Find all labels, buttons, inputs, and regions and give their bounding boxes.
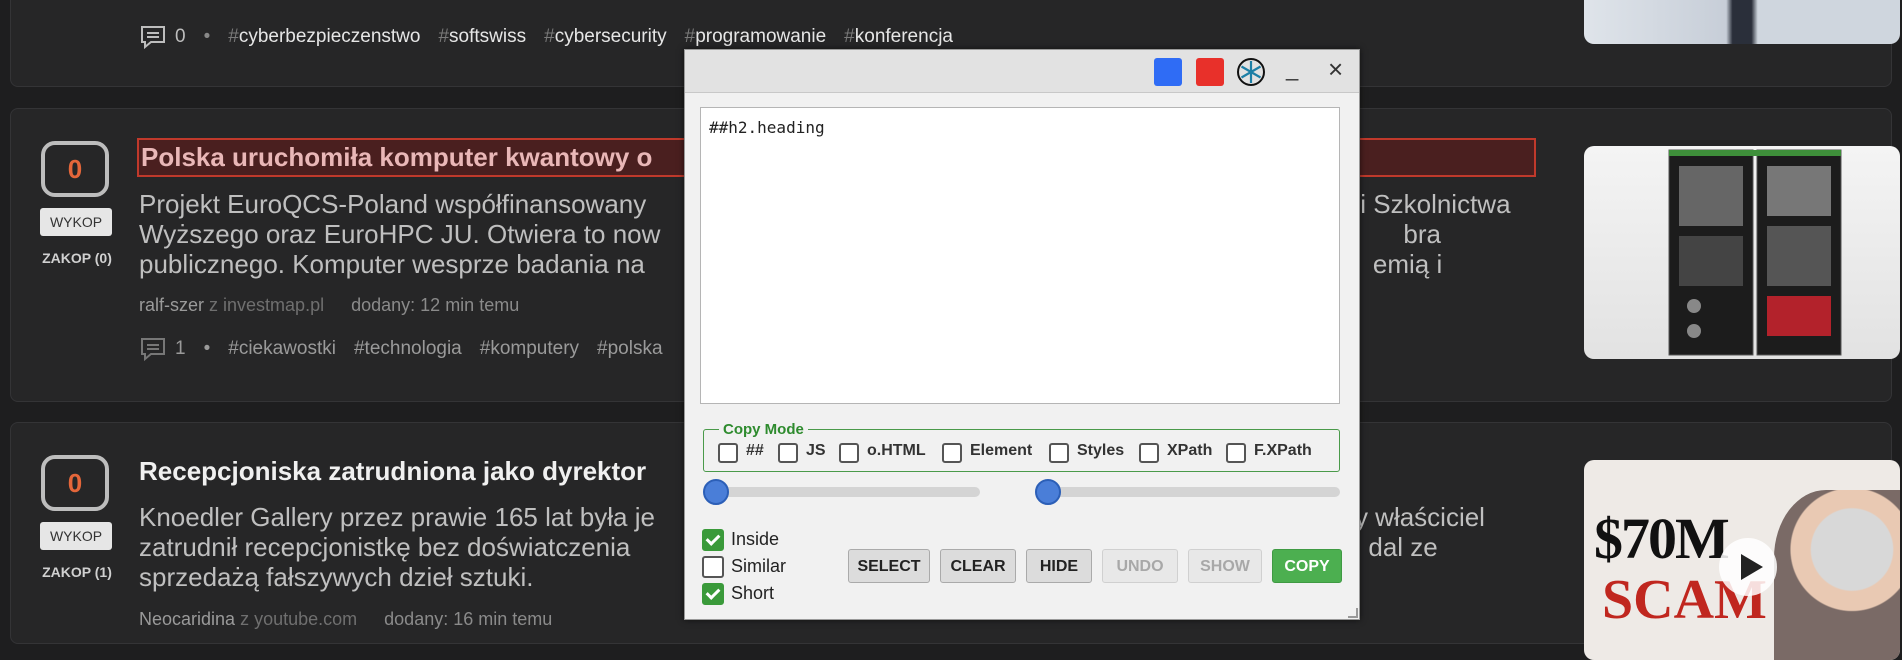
mode-xpath-checkbox[interactable] <box>1139 443 1159 463</box>
minimize-button[interactable]: _ <box>1286 56 1298 82</box>
tag[interactable]: #softswiss <box>438 26 526 48</box>
source-link[interactable]: z youtube.com <box>240 609 357 629</box>
snowflake-icon[interactable] <box>1236 57 1266 87</box>
vote-count: 0 <box>41 141 109 197</box>
article-thumbnail[interactable] <box>1584 146 1900 359</box>
mode-label: XPath <box>1167 442 1213 459</box>
short-checkbox[interactable] <box>702 583 724 605</box>
similar-label: Similar <box>731 556 787 576</box>
tag[interactable]: #cyberbezpieczenstwo <box>228 26 420 48</box>
separator-dot: • <box>203 338 211 359</box>
mode-label: F.XPath <box>1254 442 1312 459</box>
element-picker-popup: _ × ##h2.heading Copy Mode ## JS o.HTML … <box>684 49 1360 620</box>
article-2-footer: 1 • #ciekawostki #technologia #komputery… <box>139 337 663 361</box>
added-time: dodany: 12 min temu <box>351 295 520 315</box>
article-1-footer: 0 • #cyberbezpieczenstwo #softswiss #cyb… <box>139 25 953 49</box>
play-button[interactable] <box>1719 538 1777 596</box>
copy-mode-group: Copy Mode ## JS o.HTML Element Styles XP… <box>703 421 1340 472</box>
mode-element-checkbox[interactable] <box>942 443 962 463</box>
author-link[interactable]: Neocaridina <box>139 609 235 629</box>
author-link[interactable]: ralf-szer <box>139 295 204 315</box>
added-time: dodany: 16 min temu <box>384 609 553 629</box>
comment-icon[interactable] <box>139 25 167 49</box>
article-meta: ralf-szer z investmap.pl dodany: 12 min … <box>139 295 519 316</box>
comment-count[interactable]: 0 <box>175 26 186 48</box>
portrait-image <box>1774 490 1900 660</box>
tag[interactable]: #ciekawostki <box>228 338 336 360</box>
tag[interactable]: #komputery <box>480 338 579 360</box>
article-meta: Neocaridina z youtube.com dodany: 16 min… <box>139 609 552 630</box>
red-color-button[interactable] <box>1196 58 1224 86</box>
clear-button[interactable]: CLEAR <box>940 549 1016 583</box>
quantum-computer-image <box>1668 149 1842 356</box>
comment-count[interactable]: 1 <box>175 338 186 360</box>
wykop-button[interactable]: WYKOP <box>40 522 112 550</box>
slider-1-handle[interactable] <box>703 479 729 505</box>
blue-color-button[interactable] <box>1154 58 1182 86</box>
slider-2-track[interactable] <box>1049 487 1340 497</box>
zakop-button[interactable]: ZAKOP (0) <box>31 250 123 266</box>
hide-button[interactable]: HIDE <box>1026 549 1092 583</box>
copy-button[interactable]: COPY <box>1272 549 1342 583</box>
vote-count: 0 <box>41 455 109 511</box>
zakop-button[interactable]: ZAKOP (1) <box>31 564 123 580</box>
mode-ohtml-checkbox[interactable] <box>839 443 859 463</box>
resize-handle[interactable] <box>1348 608 1358 618</box>
mode-label: JS <box>806 442 826 459</box>
mode-label: Element <box>970 442 1033 459</box>
inside-label: Inside <box>731 529 780 549</box>
select-button[interactable]: SELECT <box>848 549 930 583</box>
close-button[interactable]: × <box>1328 54 1343 85</box>
tag[interactable]: #konferencja <box>844 26 953 48</box>
mode-label: Styles <box>1077 442 1125 459</box>
play-icon <box>1741 554 1763 580</box>
undo-button[interactable]: UNDO <box>1102 549 1178 583</box>
thumbnail-text-1: $70M <box>1594 506 1730 571</box>
wykop-button[interactable]: WYKOP <box>40 208 112 236</box>
tag[interactable]: #programowanie <box>685 26 827 48</box>
mode-styles-checkbox[interactable] <box>1049 443 1069 463</box>
show-button[interactable]: SHOW <box>1188 549 1262 583</box>
separator-dot: • <box>203 26 211 47</box>
mode-label: ## <box>746 442 764 459</box>
article-thumbnail[interactable]: $70M SCAM <box>1584 460 1900 660</box>
copy-mode-legend: Copy Mode <box>719 421 808 438</box>
source-link[interactable]: z investmap.pl <box>209 295 324 315</box>
tag[interactable]: #cybersecurity <box>544 26 667 48</box>
mode-js-checkbox[interactable] <box>778 443 798 463</box>
inside-checkbox[interactable] <box>702 529 724 551</box>
mode-fxpath-checkbox[interactable] <box>1226 443 1246 463</box>
short-label: Short <box>731 583 775 603</box>
comment-icon[interactable] <box>139 337 167 361</box>
article-thumbnail[interactable] <box>1584 0 1900 44</box>
mode-label: o.HTML <box>867 442 926 459</box>
article-title[interactable]: Recepcjoniska zatrudniona jako dyrektor <box>139 456 646 487</box>
selector-textarea[interactable]: ##h2.heading <box>700 107 1340 404</box>
slider-2-handle[interactable] <box>1035 479 1061 505</box>
tag[interactable]: #technologia <box>354 338 462 360</box>
popup-titlebar[interactable]: _ × <box>685 50 1359 93</box>
slider-1-track[interactable] <box>712 487 980 497</box>
similar-checkbox[interactable] <box>702 556 724 578</box>
tag[interactable]: #polska <box>597 338 663 360</box>
mode-hash-checkbox[interactable] <box>718 443 738 463</box>
